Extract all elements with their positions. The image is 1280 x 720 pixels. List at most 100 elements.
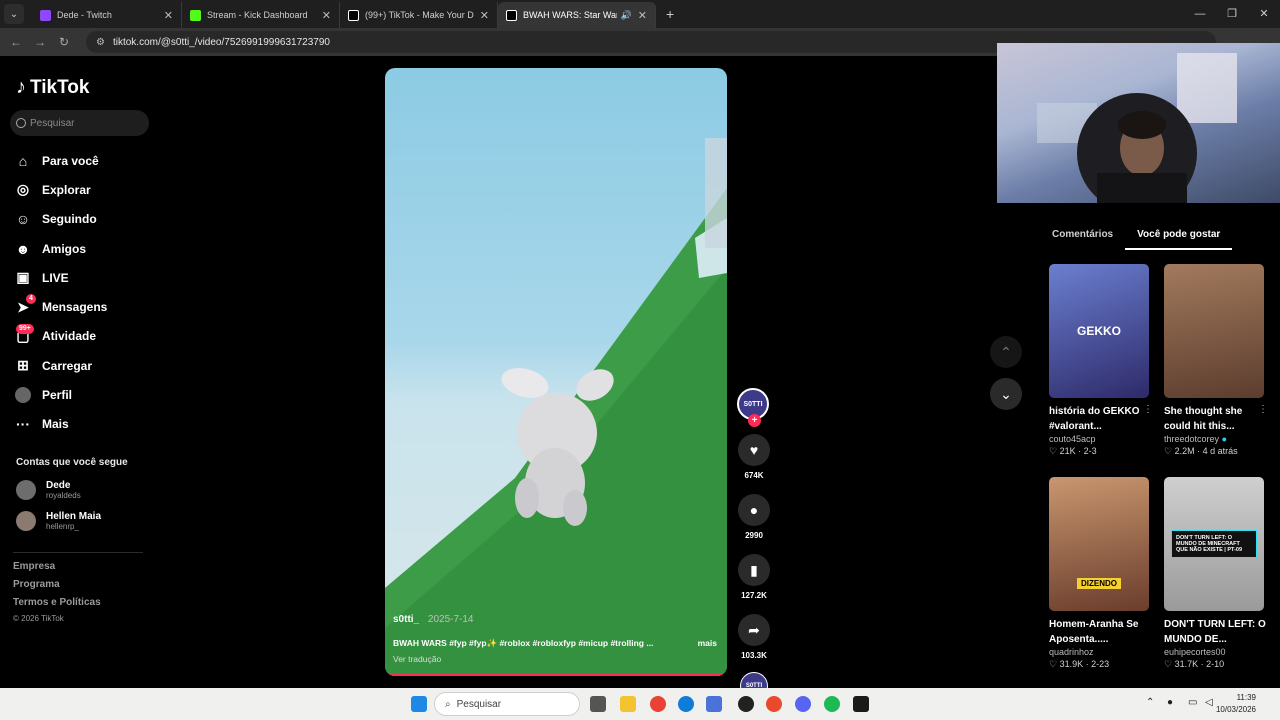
follow-plus-icon[interactable]: + [748, 414, 761, 427]
comment-icon[interactable]: ● [738, 494, 770, 526]
new-tab-button[interactable]: + [666, 6, 674, 22]
site-info-icon[interactable]: ⚙ [96, 37, 105, 48]
app-icon[interactable] [853, 696, 869, 712]
card-stats: ♡ 21K · 2-3 [1049, 446, 1097, 456]
tab-comentarios[interactable]: Comentários [1040, 228, 1125, 250]
sidebar-item-atividade[interactable]: ▢ 99+ Atividade [14, 322, 107, 351]
previous-video-button[interactable]: ⌃ [990, 336, 1022, 368]
like-action[interactable]: ♥ 674K [737, 434, 771, 480]
volume-icon[interactable]: ◁ [1205, 697, 1213, 708]
footer-link-empresa[interactable]: Empresa [13, 561, 55, 572]
more-options-icon[interactable]: ⋮ [1258, 404, 1268, 415]
translate-link[interactable]: Ver tradução [393, 654, 441, 664]
app-icon[interactable] [766, 696, 782, 712]
sidebar-item-mensagens[interactable]: ➤ 4 Mensagens [14, 292, 107, 321]
card-title[interactable]: She thought she could hit this... [1164, 404, 1266, 434]
creator-avatar[interactable]: S0TTI + [737, 388, 769, 427]
video-thumbnail[interactable]: DON'T TURN LEFT: O MUNDO DE MINECRAFT QU… [1164, 477, 1264, 611]
task-view-icon[interactable] [590, 696, 606, 712]
search-input[interactable]: Pesquisar [10, 110, 149, 136]
microphone-icon[interactable]: ● [1167, 697, 1173, 708]
recommended-video-card[interactable]: GEKKO história do GEKKO #valorant... cou… [1049, 264, 1153, 457]
more-options-icon[interactable]: ⋮ [1143, 404, 1153, 415]
bookmark-icon[interactable]: ▮ [738, 554, 770, 586]
chrome-icon[interactable] [650, 696, 666, 712]
followed-account[interactable]: Hellen Maia hellenrp_ [16, 511, 101, 531]
footer-link-termos[interactable]: Termos e Políticas [13, 597, 101, 608]
video-thumbnail[interactable]: GEKKO [1049, 264, 1149, 398]
video-progress-bar[interactable] [385, 673, 727, 676]
close-tab-icon[interactable]: ✕ [638, 9, 647, 22]
browser-tab-active[interactable]: BWAH WARS: Star Wars x R 🔊 ✕ [498, 2, 656, 28]
card-user[interactable]: couto45acp [1049, 434, 1151, 444]
sidebar-item-mais[interactable]: ··· Mais [14, 410, 107, 439]
system-clock[interactable]: 11:39 10/03/2026 [1216, 692, 1256, 716]
browser-tab[interactable]: (99+) TikTok - Make Your Day ✕ [340, 2, 498, 28]
following-accounts-header: Contas que você segue [16, 457, 128, 468]
file-explorer-icon[interactable] [620, 696, 636, 712]
close-tab-icon[interactable]: ✕ [164, 9, 173, 22]
recommended-video-card[interactable]: DON'T TURN LEFT: O MUNDO DE MINECRAFT QU… [1164, 477, 1266, 670]
sidebar-item-explorar[interactable]: ◎ Explorar [14, 175, 107, 204]
search-placeholder: Pesquisar [30, 117, 75, 129]
network-icon[interactable]: ▭ [1188, 697, 1197, 708]
sidebar-item-amigos[interactable]: ☻ Amigos [14, 234, 107, 263]
sidebar-item-carregar[interactable]: ⊞ Carregar [14, 351, 107, 380]
save-action[interactable]: ▮ 127.2K [737, 554, 771, 600]
caption-more-button[interactable]: mais [698, 638, 717, 648]
card-stats: ♡ 2.2M · 4 d atrás [1164, 446, 1238, 456]
taskbar-search[interactable]: ⌕ Pesquisar [434, 692, 580, 716]
share-action[interactable]: ➦ 103.3K [737, 614, 771, 660]
video-author[interactable]: s0tti_ [393, 614, 419, 625]
card-user[interactable]: euhipecortes00 [1164, 647, 1266, 657]
chevron-up-icon[interactable]: ⌃ [1146, 697, 1154, 708]
tiktok-logo[interactable]: ♪ TikTok [16, 76, 89, 99]
minimize-icon[interactable]: — [1184, 0, 1216, 28]
video-thumbnail[interactable]: DIZENDO [1049, 477, 1149, 611]
reload-icon[interactable]: ↻ [52, 35, 76, 49]
restore-icon[interactable]: ❐ [1216, 0, 1248, 28]
close-window-icon[interactable]: ✕ [1248, 0, 1280, 28]
close-tab-icon[interactable]: ✕ [480, 9, 489, 22]
audio-playing-icon[interactable]: 🔊 [621, 10, 632, 21]
tab-title: Dede - Twitch [57, 10, 112, 20]
sidebar-item-perfil[interactable]: Perfil [14, 380, 107, 409]
sidebar-item-label: LIVE [42, 270, 69, 285]
comment-action[interactable]: ● 2990 [737, 494, 771, 540]
recommended-video-card[interactable]: She thought she could hit this... threed… [1164, 264, 1268, 457]
sidebar-item-live[interactable]: ▣ LIVE [14, 263, 107, 292]
close-tab-icon[interactable]: ✕ [322, 9, 331, 22]
heart-icon[interactable]: ♥ [738, 434, 770, 466]
recommended-video-card[interactable]: DIZENDO Homem-Aranha Se Aposenta..... qu… [1049, 477, 1151, 670]
video-player[interactable]: s0tti_ 2025-7-14 BWAH WARS #fyp #fyp✨ #r… [385, 68, 727, 676]
footer-link-programa[interactable]: Programa [13, 579, 60, 590]
spotify-icon[interactable] [824, 696, 840, 712]
card-stats: ♡ 31.9K · 2-23 [1049, 659, 1110, 669]
obs-icon[interactable] [738, 696, 754, 712]
sidebar-item-para-voce[interactable]: ⌂ Para você [14, 146, 107, 175]
card-title[interactable]: história do GEKKO #valorant... [1049, 404, 1151, 434]
tab-voce-pode-gostar[interactable]: Você pode gostar [1125, 228, 1233, 250]
sidebar-item-seguindo[interactable]: ☺ Seguindo [14, 205, 107, 234]
windows-start-icon[interactable] [411, 696, 427, 712]
card-user-line: threedotcorey ● [1164, 434, 1266, 444]
app-icon[interactable] [706, 696, 722, 712]
next-video-button[interactable]: ⌄ [990, 378, 1022, 410]
card-title[interactable]: Homem-Aranha Se Aposenta..... [1049, 617, 1151, 647]
share-icon[interactable]: ➦ [738, 614, 770, 646]
sidebar-item-label: Atividade [42, 329, 97, 344]
forward-icon[interactable]: → [28, 35, 52, 49]
card-user[interactable]: quadrinhoz [1049, 647, 1151, 657]
tab-list-menu-button[interactable]: ⌄ [4, 4, 24, 24]
edge-icon[interactable] [678, 696, 694, 712]
webcam-overlay [997, 43, 1280, 203]
browser-tab-bar: ⌄ Dede - Twitch ✕ Stream - Kick Dashboar… [0, 0, 1280, 28]
followed-account[interactable]: Dede royaldeds [16, 480, 81, 500]
browser-tab[interactable]: Stream - Kick Dashboard ✕ [182, 2, 340, 28]
back-icon[interactable]: ← [4, 35, 28, 49]
discord-icon[interactable] [795, 696, 811, 712]
card-user[interactable]: threedotcorey [1164, 434, 1219, 444]
card-title[interactable]: DON'T TURN LEFT: O MUNDO DE... [1164, 617, 1266, 647]
browser-tab[interactable]: Dede - Twitch ✕ [32, 2, 182, 28]
video-thumbnail[interactable] [1164, 264, 1264, 398]
